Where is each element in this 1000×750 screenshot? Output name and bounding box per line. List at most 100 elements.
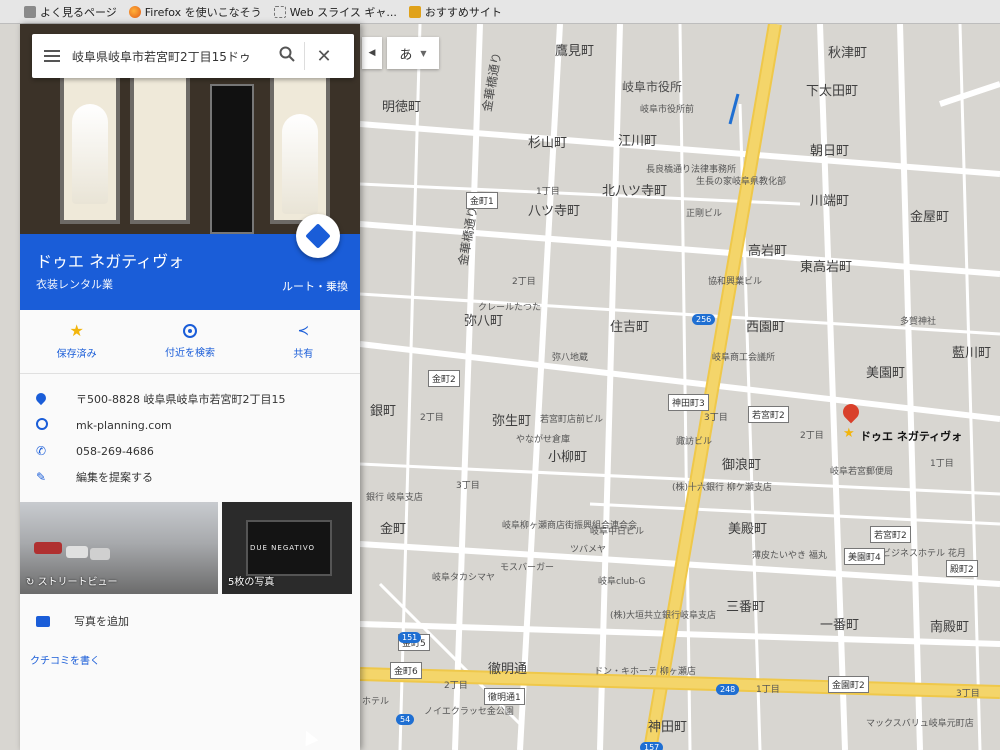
nearby-label: 付近を検索 [164, 348, 215, 359]
share-button[interactable]: ≺ 共有 [247, 310, 360, 373]
save-label: 保存済み [56, 349, 97, 360]
bookmark-recommended[interactable]: おすすめサイト [408, 4, 502, 20]
chevron-down-icon: ▼ [420, 48, 427, 58]
mouse-cursor-icon [299, 727, 319, 747]
map-poi-label: 岐阜若宮郵便局 [830, 467, 894, 477]
bookmark-pin-icon [408, 5, 421, 18]
map-poi-label: ホテル [362, 697, 390, 707]
map-poi-label: 弥八地蔵 [552, 353, 589, 363]
place-panel: ✕ ドゥエ ネガティヴォ 衣装レンタル業 ルート・乗換 ★ 保存済み 付近を検索… [20, 24, 360, 750]
map-poi-label: ツバメヤ [570, 545, 607, 555]
photos-thumbnail[interactable]: DUE NEGATIVO 5枚の写真 [222, 502, 352, 594]
map-poi-label: 岐阜タカシマヤ [432, 573, 496, 583]
website-link[interactable]: mk-planning.com [76, 419, 172, 432]
route-number-label: 157 [640, 742, 664, 750]
street-view-thumbnail[interactable]: ↻ ストリートビュー [20, 502, 218, 594]
map-chome-label: 1丁目 [756, 685, 780, 695]
map-town-label: 三番町 [726, 600, 766, 615]
place-marker-label[interactable]: ドゥエ ネガティヴォ [860, 428, 962, 444]
map-town-label: 明徳町 [382, 100, 422, 115]
ime-indicator[interactable]: あ ▼ [387, 37, 439, 69]
map-chome-label: 2丁目 [800, 431, 824, 441]
map-town-label: 美園町 [866, 366, 906, 381]
car-image [90, 548, 110, 560]
map-intersection-label: 金町2 [428, 370, 460, 387]
star-icon: ★ [69, 321, 84, 340]
photo-brand-text: DUE NEGATIVO [250, 544, 316, 552]
ime-label: あ [399, 47, 413, 63]
map-town-label: 秋津町 [828, 46, 868, 61]
map-town-label: 小柳町 [548, 450, 588, 465]
close-icon: ✕ [316, 45, 332, 67]
phone-row[interactable]: ✆ 058-269-4686 [20, 438, 360, 464]
search-box: ✕ [32, 34, 354, 78]
photo-strip: ↻ ストリートビュー DUE NEGATIVO 5枚の写真 [20, 502, 360, 594]
map-poi-label: (株)大垣共立銀行岐阜支店 [610, 611, 717, 621]
map-chome-label: 3丁目 [704, 413, 728, 423]
map-town-label: 藍川町 [952, 346, 992, 361]
camera-icon [36, 615, 50, 627]
pencil-icon: ✎ [36, 470, 47, 484]
place-title: ドゥエ ネガティヴォ [36, 252, 185, 271]
bookmark-most-visited[interactable]: よく見るページ [24, 4, 117, 20]
map-poi-label: 岐阜club-G [598, 577, 646, 587]
add-photo-button[interactable]: 写真を追加 [20, 606, 360, 636]
map-intersection-label: 神田町3 [668, 394, 709, 411]
map-poi-label: 銀行 岐阜支店 [366, 493, 423, 503]
write-review-link[interactable]: クチコミを書く [30, 652, 100, 667]
close-button[interactable]: ✕ [305, 46, 343, 67]
map-poi-label: 諏訪ビル [676, 437, 713, 447]
directions-button[interactable] [296, 214, 340, 258]
map-intersection-label: 若宮町2 [748, 406, 789, 423]
route-number-label: 256 [692, 314, 716, 325]
map-poi-label: 薄皮たいやき 福丸 [752, 551, 827, 561]
map-town-label: 八ツ寺町 [528, 204, 581, 219]
bookmark-web-slice[interactable]: Web スライス ギャ... [273, 4, 397, 20]
nearby-button[interactable]: 付近を検索 [133, 310, 246, 373]
location-pin-icon [33, 390, 49, 406]
map-poi-label: (株)十六銀行 柳ケ瀬支店 [672, 483, 772, 493]
map-poi-label: 若宮町店前ビル [540, 415, 604, 425]
bookmark-label: よく見るページ [40, 5, 117, 19]
caret-left-icon: ◀ [368, 48, 376, 58]
website-row[interactable]: mk-planning.com [20, 412, 360, 438]
add-photo-label: 写真を追加 [74, 615, 129, 628]
directions-label[interactable]: ルート・乗換 [282, 278, 348, 294]
address-row[interactable]: 〒500-8828 岐阜県岐阜市若宮町2丁目15 [20, 386, 360, 412]
menu-icon[interactable] [32, 50, 72, 62]
place-info: 〒500-8828 岐阜県岐阜市若宮町2丁目15 mk-planning.com… [20, 386, 360, 490]
map-poi-label: モスバーガー [500, 563, 555, 573]
street-view-caption: ↻ ストリートビュー [26, 577, 118, 588]
map-town-label: 朝日町 [810, 144, 850, 159]
phone-icon: ✆ [36, 444, 47, 458]
storefront-window [130, 64, 190, 224]
save-button[interactable]: ★ 保存済み [20, 310, 133, 373]
globe-icon [36, 417, 48, 430]
map-poi-label: ビジネスホテル 花月 [882, 549, 966, 559]
map-town-label: 徹明通 [488, 662, 528, 677]
search-icon [279, 46, 295, 62]
suggest-edit-row[interactable]: ✎ 編集を提案する [20, 464, 360, 490]
web-slice-icon [273, 5, 286, 18]
map-intersection-label: 金町1 [466, 192, 498, 209]
map-town-label: 鷹見町 [555, 44, 595, 59]
bookmark-firefox-tips[interactable]: Firefox を使いこなそう [128, 4, 262, 20]
collapse-panel-button[interactable]: ◀ [362, 37, 382, 69]
folder-icon [24, 5, 36, 18]
map-chome-label: 1丁目 [930, 459, 954, 469]
dress-display [282, 114, 318, 214]
map-poi-label: ノイエクラッセ金公園 [424, 707, 514, 717]
map-poi-label: 岐阜商工会議所 [712, 353, 776, 363]
firefox-icon [128, 5, 141, 18]
map-town-label: 金屋町 [910, 210, 950, 225]
bookmark-label: Firefox を使いこなそう [144, 5, 262, 19]
search-button[interactable] [270, 46, 304, 66]
map-town-label: 西園町 [746, 320, 786, 335]
map-town-label: 金町 [380, 522, 407, 537]
photo-count-label: 5枚の写真 [228, 577, 275, 588]
search-input[interactable] [72, 49, 270, 63]
car-image [66, 546, 88, 558]
nearby-icon [182, 324, 197, 338]
action-row: ★ 保存済み 付近を検索 ≺ 共有 [20, 310, 360, 374]
map-chome-label: 3丁目 [456, 481, 480, 491]
